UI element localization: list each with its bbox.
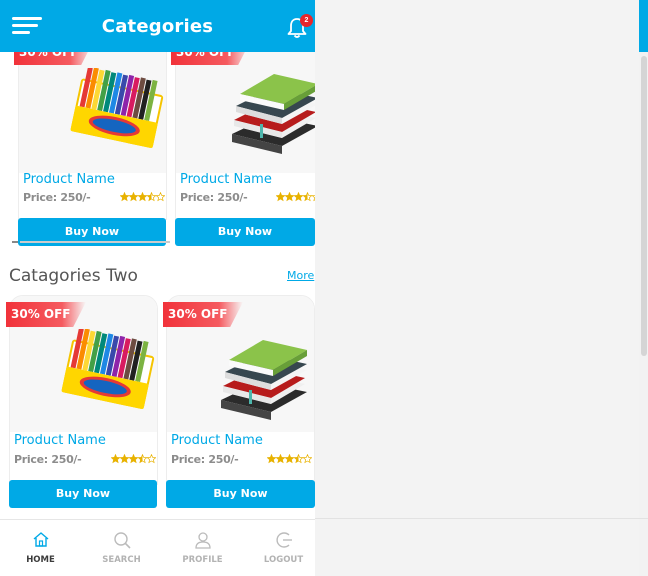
scrollbar[interactable] — [641, 56, 647, 356]
bottom-navigation: HOME SEARCH PROFILE LOGOUT — [0, 519, 315, 576]
star-icon — [302, 192, 313, 202]
product-price: Price: 250/- — [23, 191, 91, 204]
star-icon — [284, 192, 295, 202]
product-price: Price: 250/- — [171, 453, 239, 466]
nav-label: LOGOUT — [263, 555, 304, 565]
rating-stars — [120, 192, 165, 202]
star-icon — [293, 192, 304, 202]
nav-label: PROFILE — [182, 555, 223, 565]
buy-now-button[interactable]: Buy Now — [175, 218, 315, 246]
star-icon — [128, 454, 139, 464]
star-icon — [276, 192, 286, 202]
star-icon — [302, 454, 312, 464]
book-stack-image — [221, 340, 307, 420]
markers-box-image — [70, 68, 164, 148]
main-screen: Product Name Price: 250/- 30% OFF Buy No… — [0, 0, 315, 576]
rating-stars — [276, 192, 315, 202]
rating-stars — [267, 454, 312, 464]
buy-now-button[interactable]: Buy Now — [166, 480, 315, 508]
star-icon — [146, 454, 156, 464]
buy-now-button[interactable]: Buy Now — [9, 480, 157, 508]
markers-box-image — [61, 329, 155, 409]
star-icon — [119, 454, 130, 464]
product-price: Price: 250/- — [180, 191, 248, 204]
offer-badge: 30% OFF — [163, 302, 243, 327]
nav-label: SEARCH — [102, 555, 141, 565]
product-price: Price: 250/- — [14, 453, 82, 466]
product-name[interactable]: Product Name — [23, 172, 115, 187]
nav-home[interactable]: HOME — [1, 520, 80, 576]
search-icon — [114, 532, 131, 549]
notification-badge: 2 — [300, 14, 313, 27]
star-icon — [275, 454, 286, 464]
star-icon — [128, 192, 139, 202]
profile-icon — [195, 532, 211, 549]
star-icon — [284, 454, 295, 464]
nav-search[interactable]: SEARCH — [82, 520, 161, 576]
nav-logout[interactable]: LOGOUT — [244, 520, 315, 576]
product-name[interactable]: Product Name — [14, 433, 106, 448]
nav-label: HOME — [26, 555, 55, 565]
more-link[interactable]: More — [287, 269, 314, 282]
star-icon — [311, 195, 315, 202]
nav-profile[interactable]: PROFILE — [163, 520, 242, 576]
page-title: Categories — [101, 16, 214, 37]
star-icon — [155, 192, 165, 202]
logout-icon — [276, 532, 292, 548]
star-icon — [146, 192, 157, 202]
rating-stars — [111, 454, 156, 464]
star-icon — [120, 192, 130, 202]
star-icon — [267, 454, 277, 464]
star-icon — [137, 454, 148, 464]
secondary-divider — [315, 518, 648, 519]
secondary-screen — [315, 0, 639, 576]
app-header: Categories 2 — [0, 0, 315, 52]
offer-badge: 30% OFF — [6, 302, 86, 327]
product-name[interactable]: Product Name — [180, 172, 272, 187]
section-title: Catagories Two — [9, 266, 138, 286]
star-icon — [111, 454, 121, 464]
secondary-header-edge — [639, 0, 648, 52]
star-icon — [137, 192, 148, 202]
product-name[interactable]: Product Name — [171, 433, 263, 448]
home-icon — [33, 532, 49, 547]
book-stack-image — [232, 74, 315, 154]
star-icon — [293, 454, 304, 464]
